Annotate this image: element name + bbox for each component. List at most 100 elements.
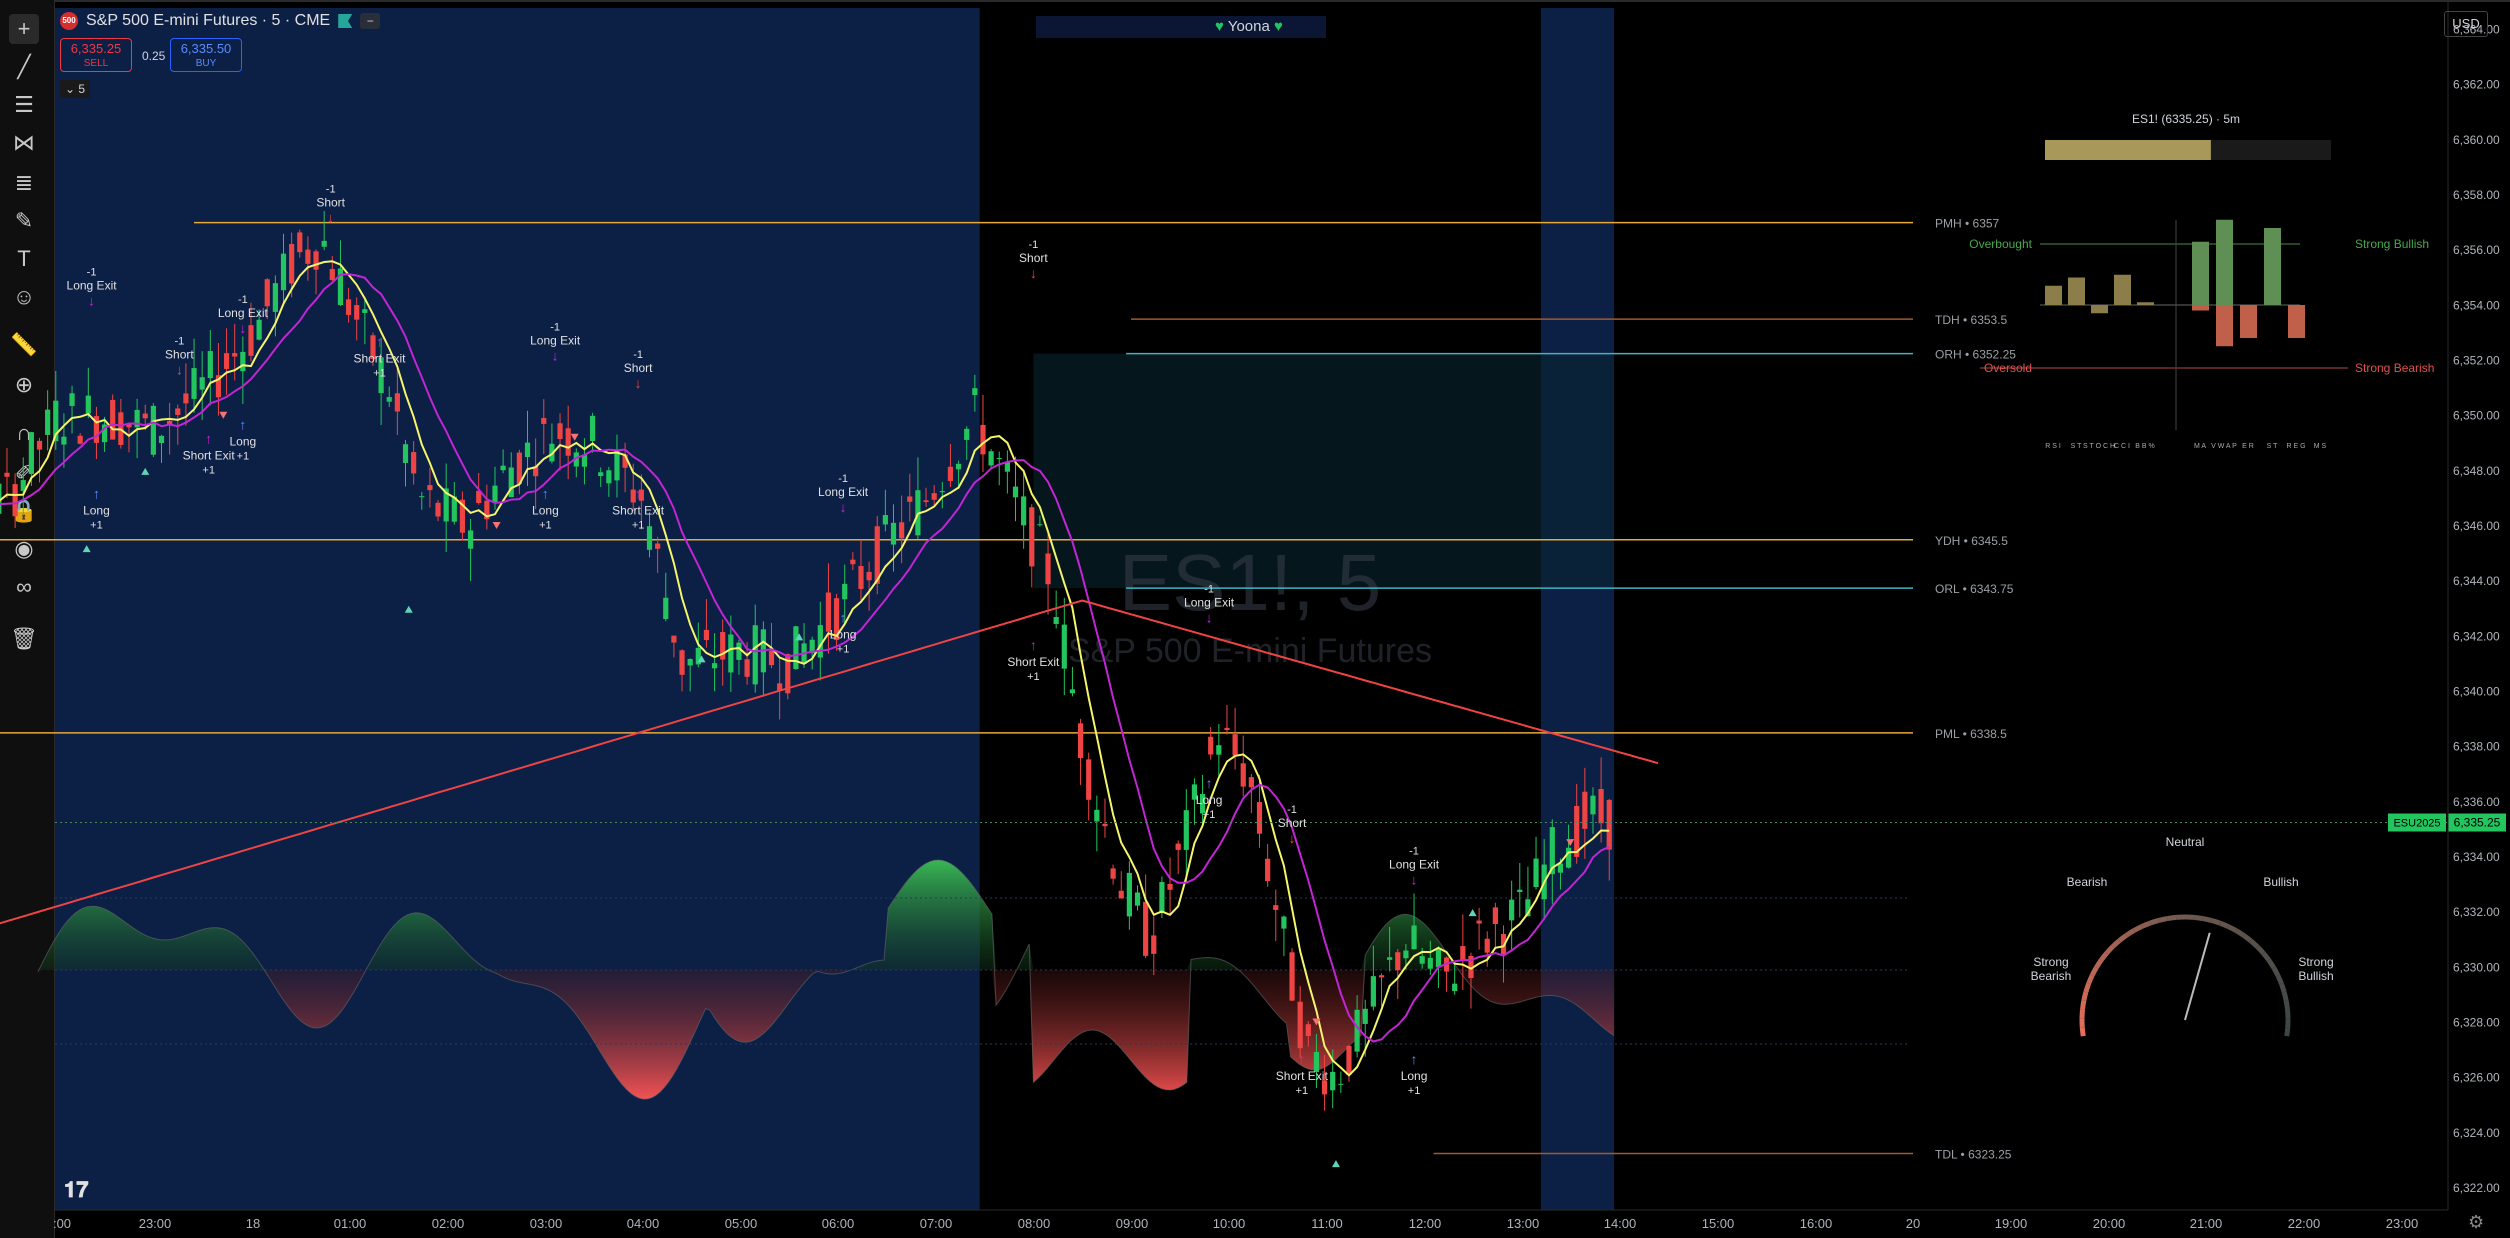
candle-body — [427, 485, 433, 491]
gauge-arc-segment — [2284, 1009, 2291, 1019]
symbol-title[interactable]: S&P 500 E-mini Futures · 5 · CME — [86, 12, 330, 30]
candle-body — [646, 526, 653, 550]
price-tick: 6,354.00 — [2453, 298, 2500, 312]
strong-bullish-label: Strong Bullish — [2355, 237, 2429, 251]
gauge-strong-bearish-label: Bearish — [2031, 969, 2072, 983]
price-tick: 6,324.00 — [2453, 1126, 2500, 1140]
candle-body — [1045, 553, 1051, 585]
candle-body — [565, 428, 571, 456]
level-label: YDH • 6345.5 — [1935, 534, 2008, 548]
strong-bearish-label: Strong Bearish — [2355, 361, 2434, 375]
candle-body — [882, 515, 888, 525]
candle-body — [329, 269, 335, 281]
indicator-label: B B % — [2135, 443, 2154, 450]
indicator-bar — [2045, 285, 2062, 305]
candle-body — [980, 424, 986, 455]
price-chart[interactable]: ES1!, 5 S&P 500 E-mini Futures PMH • 6357 T… — [0, 0, 2510, 1238]
minus-icon[interactable]: − — [360, 13, 381, 29]
signal-count: -1 — [1029, 239, 1039, 251]
signal-arrow-up-icon: ↑ — [1030, 637, 1037, 653]
gauge-strong-bullish-label: Bullish — [2298, 969, 2333, 983]
candle-body — [858, 566, 864, 589]
indicator-label: R E G — [2286, 443, 2305, 450]
signal-arrow-up-icon: ↑ — [1298, 1051, 1305, 1067]
signal-label: Short — [624, 361, 653, 375]
candle-body — [524, 442, 531, 458]
candle-body — [467, 530, 474, 549]
sell-button[interactable]: 6,335.25 SELL — [60, 38, 132, 72]
candle-body — [744, 659, 750, 677]
time-tick: 02:00 — [432, 1216, 465, 1231]
currency-button[interactable]: USD — [2444, 11, 2488, 37]
candle-body — [61, 436, 67, 445]
signal-label: Long — [1401, 1069, 1428, 1083]
signal-label: Long Exit — [530, 334, 581, 348]
time-tick: 18 — [246, 1216, 260, 1231]
indicator-label: S T — [2071, 443, 2082, 450]
indicator-bar-bull — [2192, 241, 2209, 305]
signal-label: Long Exit — [67, 278, 118, 292]
signal-label: Short Exit — [183, 448, 236, 462]
signal-count: +1 — [1027, 671, 1040, 683]
time-tick: :00 — [53, 1216, 71, 1231]
signal-arrow-down-icon: ↓ — [635, 375, 642, 391]
candle-body — [1086, 759, 1092, 800]
gear-icon[interactable]: ⚙ — [2468, 1212, 2484, 1233]
signal-count: +1 — [1203, 809, 1216, 821]
time-tick: 03:00 — [530, 1216, 563, 1231]
candle-body — [1378, 975, 1385, 978]
candle-body — [411, 452, 417, 474]
watermark-name: S&P 500 E-mini Futures — [1068, 632, 1432, 670]
interval-selector[interactable]: ⌄ 5 — [60, 80, 90, 98]
gauge-arc-segment — [2086, 974, 2095, 985]
overbought-label: Overbought — [1969, 237, 2032, 251]
candle-body — [1476, 920, 1482, 924]
candle-body — [1273, 905, 1279, 910]
level-label: TDL • 6323.25 — [1935, 1147, 2012, 1161]
candle-body — [663, 597, 669, 620]
price-tick: 6,342.00 — [2453, 629, 2500, 643]
buy-button[interactable]: 6,335.50 BUY — [170, 38, 242, 72]
flag-icon[interactable] — [338, 14, 353, 28]
gauge-strong-bullish-label: Strong — [2298, 955, 2333, 969]
signal-arrow-up-icon: ↑ — [1411, 1051, 1418, 1067]
signal-arrow-down-icon: ↓ — [1030, 265, 1037, 281]
candle-body — [1517, 889, 1523, 893]
candle-body — [1102, 823, 1108, 827]
candle-body — [728, 634, 734, 673]
time-tick: 23:00 — [2386, 1216, 2419, 1231]
buy-label: BUY — [195, 58, 217, 69]
candle-body — [598, 472, 604, 477]
candle-body — [1492, 907, 1498, 924]
candle-body — [313, 251, 319, 270]
price-tick: 6,352.00 — [2453, 354, 2500, 368]
indicator-bar-bear — [2288, 305, 2305, 338]
signal-arrow-down-icon: ↓ — [1411, 872, 1418, 888]
candle-body — [1256, 802, 1263, 834]
signal-label: Short Exit — [353, 352, 406, 366]
candle-body — [1061, 624, 1067, 669]
signal-arrow-down-icon: ↓ — [1206, 610, 1213, 626]
signal-label: Short — [1278, 816, 1307, 830]
time-tick: 12:00 — [1409, 1216, 1442, 1231]
candle-body — [142, 413, 148, 419]
candle-body — [435, 502, 441, 517]
candle-body — [1565, 847, 1572, 868]
indicator-label: V W A P — [2211, 443, 2237, 450]
candle-body — [1281, 916, 1287, 929]
time-tick: 04:00 — [627, 1216, 660, 1231]
signal-count: +1 — [90, 519, 103, 531]
price-tick: 6,358.00 — [2453, 188, 2500, 202]
candle-body — [939, 491, 945, 493]
buy-price: 6,335.50 — [180, 41, 232, 56]
indicator-name: Yoona — [1227, 18, 1270, 35]
gauge-arc-segment — [2149, 918, 2160, 926]
candle-body — [272, 283, 278, 312]
candle-body — [207, 351, 213, 379]
signal-count: +1 — [202, 464, 215, 476]
candle-body — [110, 399, 116, 440]
gauge-arc-segment — [2083, 982, 2091, 993]
chevron-down-icon: ⌄ — [64, 82, 76, 96]
tradingview-logo[interactable]: 𝟏𝟕 — [64, 1177, 88, 1203]
symbol-logo: 500 — [60, 12, 78, 30]
